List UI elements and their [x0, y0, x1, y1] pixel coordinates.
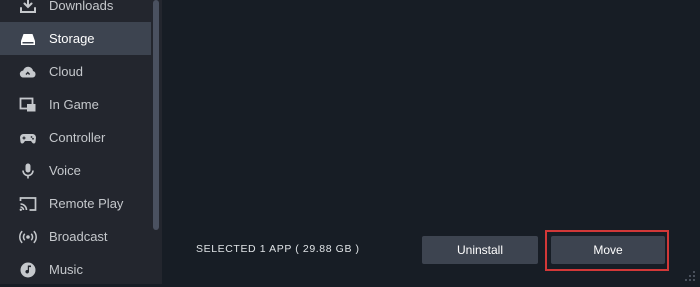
sidebar-item-label: Voice [49, 163, 81, 178]
sidebar-item-label: Storage [49, 31, 95, 46]
cast-screen-icon [19, 195, 37, 213]
sidebar-item-broadcast[interactable]: Broadcast [0, 220, 151, 253]
in-game-overlay-icon [19, 96, 37, 114]
window-resize-grip[interactable] [684, 269, 696, 281]
sidebar-item-label: Broadcast [49, 229, 108, 244]
sidebar-item-storage[interactable]: Storage [0, 22, 151, 55]
selected-apps-summary: SELECTED 1 APP ( 29.88 GB ) [196, 243, 360, 255]
broadcast-icon [19, 228, 37, 246]
cloud-icon [19, 63, 37, 81]
sidebar-item-controller[interactable]: Controller [0, 121, 151, 154]
music-icon [19, 261, 37, 279]
gamepad-icon [19, 129, 37, 147]
sidebar-item-cloud[interactable]: Cloud [0, 55, 151, 88]
settings-sidebar: Downloads Storage Cloud In Game Controll [0, 0, 162, 284]
sidebar-item-label: Downloads [49, 0, 114, 13]
sidebar-item-remote-play[interactable]: Remote Play [0, 187, 151, 220]
storage-drive-icon [19, 30, 37, 48]
sidebar-scrollbar-thumb[interactable] [153, 0, 159, 230]
settings-window: Downloads Storage Cloud In Game Controll [0, 0, 700, 284]
sidebar-item-label: Controller [49, 130, 106, 145]
sidebar-item-voice[interactable]: Voice [0, 154, 151, 187]
sidebar-item-downloads[interactable]: Downloads [0, 0, 151, 22]
sidebar-item-label: Remote Play [49, 196, 124, 211]
sidebar-item-label: In Game [49, 97, 99, 112]
move-button[interactable]: Move [551, 236, 665, 264]
sidebar-item-label: Music [49, 262, 83, 277]
sidebar-item-music[interactable]: Music [0, 253, 151, 286]
sidebar-item-label: Cloud [49, 64, 83, 79]
microphone-icon [19, 162, 37, 180]
uninstall-button[interactable]: Uninstall [422, 236, 538, 264]
download-icon [19, 0, 37, 15]
sidebar-item-in-game[interactable]: In Game [0, 88, 151, 121]
